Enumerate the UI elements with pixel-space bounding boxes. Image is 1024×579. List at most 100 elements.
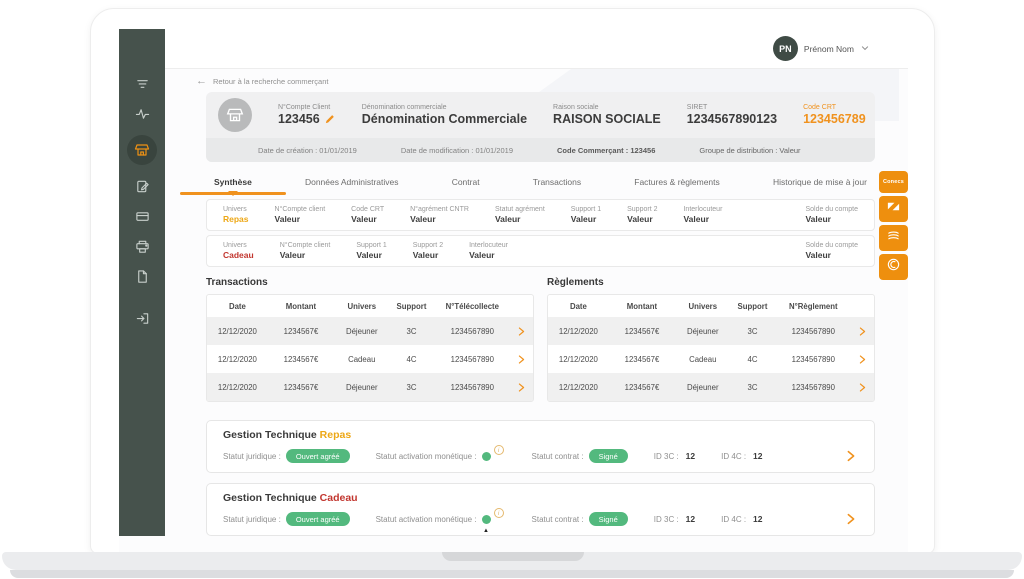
- tab-synthese[interactable]: Synthèse: [208, 173, 258, 191]
- table-row[interactable]: 12/12/2020 1234567€ Déjeuner 3C 12345678…: [548, 373, 874, 401]
- statut-activation-monetique: Statut activation monétique : i: [376, 451, 506, 461]
- statut-juridique: Statut juridique : Ouvert agréé: [223, 449, 350, 463]
- merchant-store-icon[interactable]: [127, 135, 157, 165]
- row-chevron-icon[interactable]: [511, 382, 533, 393]
- statut-juridique: Statut juridique : Ouvert agréé: [223, 512, 350, 526]
- siret-field: SIRET 1234567890123: [687, 104, 777, 126]
- back-arrow-icon: ←: [196, 76, 207, 87]
- coin-icon: [886, 257, 901, 277]
- document-stack-button[interactable]: [879, 225, 908, 251]
- app-window: PN Prénom Nom ← Retour à la recherche co…: [119, 29, 908, 555]
- interlocuteur-field: Interlocuteur Valeur: [683, 206, 722, 224]
- tab-factures-reglements[interactable]: Factures & règlements: [628, 173, 726, 191]
- groupe-distribution: Groupe de distribution : Valeur: [699, 146, 800, 155]
- reglements-table: Date Montant Univers Support N°Règlement…: [547, 294, 875, 402]
- info-icon[interactable]: i: [494, 508, 504, 518]
- payment-card-icon[interactable]: [134, 208, 151, 225]
- active-status-dot: [482, 452, 491, 461]
- laptop-mockup: PN Prénom Nom ← Retour à la recherche co…: [0, 0, 1024, 579]
- logout-icon[interactable]: [134, 310, 151, 327]
- contract-edit-icon[interactable]: [134, 178, 151, 195]
- tab-transactions[interactable]: Transactions: [527, 173, 587, 191]
- table-header-row: Date Montant Univers Support N°Télécolle…: [207, 295, 533, 317]
- transactions-section: Transactions Date Montant Univers Suppor…: [206, 277, 534, 402]
- id-4c: ID 4C :12: [721, 514, 762, 524]
- support2-field: Support 2 Valeur: [413, 242, 443, 260]
- table-row[interactable]: 12/12/2020 1234567€ Déjeuner 3C 12345678…: [207, 373, 533, 401]
- account-number-value: 123456: [278, 112, 320, 126]
- avatar: PN: [773, 36, 798, 61]
- statut-contrat: Statut contrat : Signé: [532, 449, 628, 463]
- tab-donnees-administratives[interactable]: Données Administratives: [299, 173, 405, 191]
- activity-icon[interactable]: [134, 105, 151, 122]
- statut-activation-monetique: Statut activation monétique : i: [376, 514, 506, 524]
- active-status-dot: [482, 515, 491, 524]
- status-badge: Ouvert agréé: [286, 512, 350, 526]
- row-chevron-icon[interactable]: [511, 354, 533, 365]
- table-row[interactable]: 12/12/2020 1234567€ Déjeuner 3C 12345678…: [207, 317, 533, 345]
- gestion-technique-cadeau-card: Gestion Technique Cadeau Statut juridiqu…: [206, 483, 875, 536]
- table-row[interactable]: 12/12/2020 1234567€ Cadeau 4C 1234567890: [548, 345, 874, 373]
- tab-bar: Synthèse Données Administratives Contrat…: [206, 169, 875, 195]
- section-chevron-icon[interactable]: [844, 449, 858, 463]
- univers-summary-repas: Univers Repas N°Compte client Valeur Cod…: [206, 199, 875, 231]
- cursor-pointer-marker: ▲: [483, 528, 489, 534]
- compte-client-field: N°Compte client Valeur: [280, 242, 331, 260]
- zendesk-icon: [886, 199, 901, 219]
- creation-date: Date de création : 01/01/2019: [258, 146, 357, 155]
- section-chevron-icon[interactable]: [844, 512, 858, 526]
- printer-icon[interactable]: [134, 238, 151, 255]
- univers-field: Univers Cadeau: [223, 242, 254, 260]
- laptop-screen-bezel: PN Prénom Nom ← Retour à la recherche co…: [90, 8, 935, 554]
- compte-client-field: N°Compte client Valeur: [275, 206, 326, 224]
- invoice-document-icon[interactable]: [134, 268, 151, 285]
- chevron-down-icon: [860, 40, 870, 58]
- zendesk-button[interactable]: [879, 196, 908, 222]
- univers-summary-cadeau: Univers Cadeau N°Compte client Valeur Su…: [206, 235, 875, 267]
- laptop-base-notch: [442, 552, 584, 561]
- merchant-meta-row: Date de création : 01/01/2019 Date de mo…: [206, 138, 875, 162]
- main-area: ← Retour à la recherche commerçant N°Com…: [165, 69, 908, 536]
- tab-contrat[interactable]: Contrat: [446, 173, 486, 191]
- coin-button[interactable]: [879, 254, 908, 280]
- univers-cadeau-label: Cadeau: [320, 492, 358, 504]
- denomination-field: Dénomination commerciale Dénomination Co…: [362, 104, 527, 126]
- tab-historique[interactable]: Historique de mise à jour: [767, 173, 873, 191]
- laptop-base-lip: [10, 570, 1014, 578]
- statut-agrement-field: Statut agrément Valeur: [495, 206, 545, 224]
- account-number-field: N°Compte Client 123456: [278, 104, 336, 126]
- agrement-cntr-field: N°agrément CNTR Valeur: [410, 206, 469, 224]
- support2-field: Support 2 Valeur: [627, 206, 657, 224]
- transactions-title: Transactions: [206, 277, 534, 288]
- row-chevron-icon[interactable]: [511, 326, 533, 337]
- store-avatar-icon: [218, 98, 252, 132]
- menu-filter-icon[interactable]: [134, 75, 151, 92]
- table-row[interactable]: 12/12/2020 1234567€ Cadeau 4C 1234567890: [207, 345, 533, 373]
- statut-contrat: Statut contrat : Signé: [532, 512, 628, 526]
- raison-sociale-field: Raison sociale RAISON SOCIALE: [553, 104, 661, 126]
- info-icon[interactable]: i: [494, 445, 504, 455]
- row-chevron-icon[interactable]: [852, 354, 874, 365]
- solde-compte-field: Solde du compte Valeur: [805, 242, 858, 260]
- interlocuteur-field: Interlocuteur Valeur: [469, 242, 508, 260]
- support1-field: Support 1 Valeur: [571, 206, 601, 224]
- univers-repas-label: Repas: [320, 429, 352, 441]
- status-badge: Signé: [589, 512, 628, 526]
- sidebar-nav: [119, 29, 165, 536]
- status-badge: Signé: [589, 449, 628, 463]
- solde-compte-field: Solde du compte Valeur: [805, 206, 858, 224]
- back-link[interactable]: ← Retour à la recherche commerçant: [165, 69, 908, 92]
- user-name: Prénom Nom: [804, 44, 854, 54]
- user-menu[interactable]: PN Prénom Nom: [773, 36, 870, 61]
- support1-field: Support 1 Valeur: [356, 242, 386, 260]
- edit-pencil-icon[interactable]: [324, 113, 336, 125]
- status-badge: Ouvert agréé: [286, 449, 350, 463]
- univers-field: Univers Repas: [223, 206, 249, 224]
- table-row[interactable]: 12/12/2020 1234567€ Déjeuner 3C 12345678…: [548, 317, 874, 345]
- row-chevron-icon[interactable]: [852, 382, 874, 393]
- row-chevron-icon[interactable]: [852, 326, 874, 337]
- reglements-title: Règlements: [547, 277, 875, 288]
- conecs-button[interactable]: Conecs: [879, 171, 908, 193]
- id-3c: ID 3C :12: [654, 451, 695, 461]
- transactions-table: Date Montant Univers Support N°Télécolle…: [206, 294, 534, 402]
